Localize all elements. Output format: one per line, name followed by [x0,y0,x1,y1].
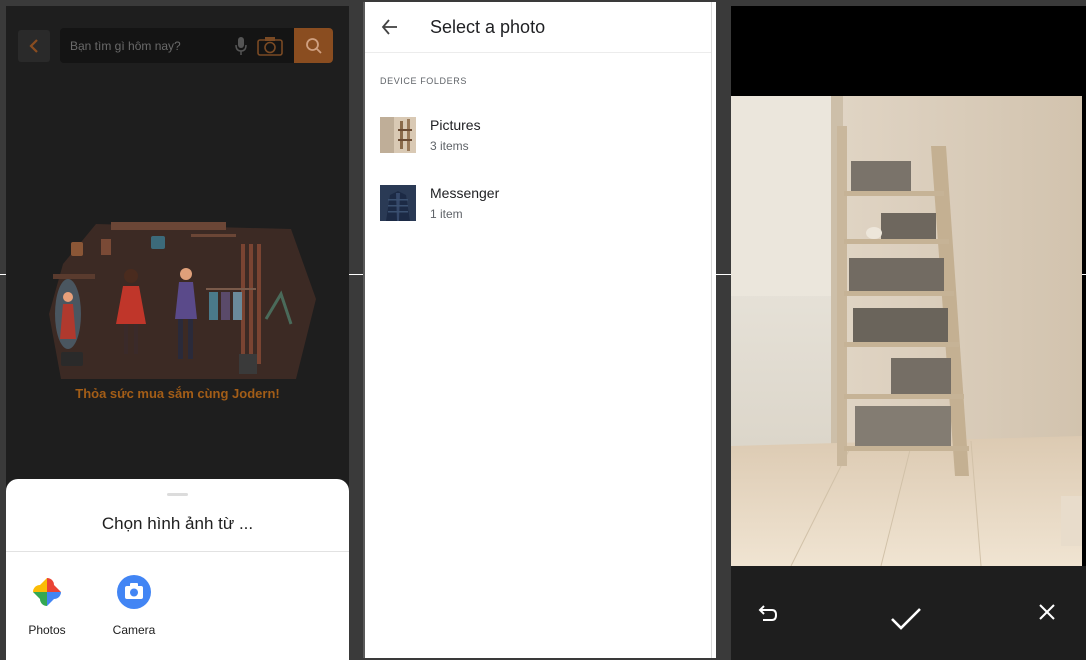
search-icon [305,37,322,54]
divider [6,551,349,552]
camera-icon[interactable] [257,36,283,56]
google-photos-icon [33,578,61,606]
back-arrow-icon[interactable] [380,17,400,37]
search-bar[interactable]: Bạn tìm gì hôm nay? [60,28,333,63]
search-button[interactable] [294,28,333,63]
frame-marker [1082,274,1086,275]
section-header: DEVICE FOLDERS [380,76,467,86]
shopping-app-screen: Bạn tìm gì hôm nay? Thỏa sức mua sắm cùn… [6,6,349,660]
folder-thumbnail [380,185,416,221]
slogan-text: Thỏa sức mua sắm cùng Jodern! [75,386,280,401]
frame-marker [349,274,363,275]
check-icon[interactable] [889,606,923,632]
preview-photo[interactable] [731,96,1082,566]
sheet-handle[interactable] [167,493,188,496]
page-title: Select a photo [430,17,546,37]
photos-app-label: Photos [28,623,66,637]
frame-marker [716,274,731,275]
close-icon[interactable] [1037,602,1057,622]
photos-app-option[interactable]: Photos [12,574,82,637]
folder-item-pictures[interactable]: Pictures 3 items [380,117,700,167]
folder-thumbnail [380,117,416,153]
image-source-sheet: Chọn hình ảnh từ ... Photos Camera [6,479,349,660]
camera-app-icon [117,575,151,609]
back-button[interactable] [18,30,50,62]
folder-count: 3 items [430,139,469,153]
folder-name: Pictures [430,117,481,133]
shopping-illustration [49,222,316,379]
select-photo-screen: Select a photo DEVICE FOLDERS Pictures 3… [363,2,716,658]
header: Select a photo [365,2,711,53]
panel-border [711,2,712,658]
bottom-toolbar [731,566,1086,660]
mic-icon[interactable] [234,36,248,56]
folder-count: 1 item [430,207,463,221]
top-bar: Bạn tìm gì hôm nay? [6,6,349,86]
chevron-left-icon [29,39,38,53]
rotate-icon[interactable] [755,602,779,626]
frame-marker [0,274,6,275]
folder-item-messenger[interactable]: Messenger 1 item [380,185,700,235]
search-input[interactable]: Bạn tìm gì hôm nay? [70,39,181,53]
camera-app-label: Camera [112,623,156,637]
photo-preview-screen [731,6,1086,660]
sheet-title: Chọn hình ảnh từ ... [101,514,254,533]
folder-name: Messenger [430,185,500,201]
camera-app-option[interactable]: Camera [99,574,169,637]
